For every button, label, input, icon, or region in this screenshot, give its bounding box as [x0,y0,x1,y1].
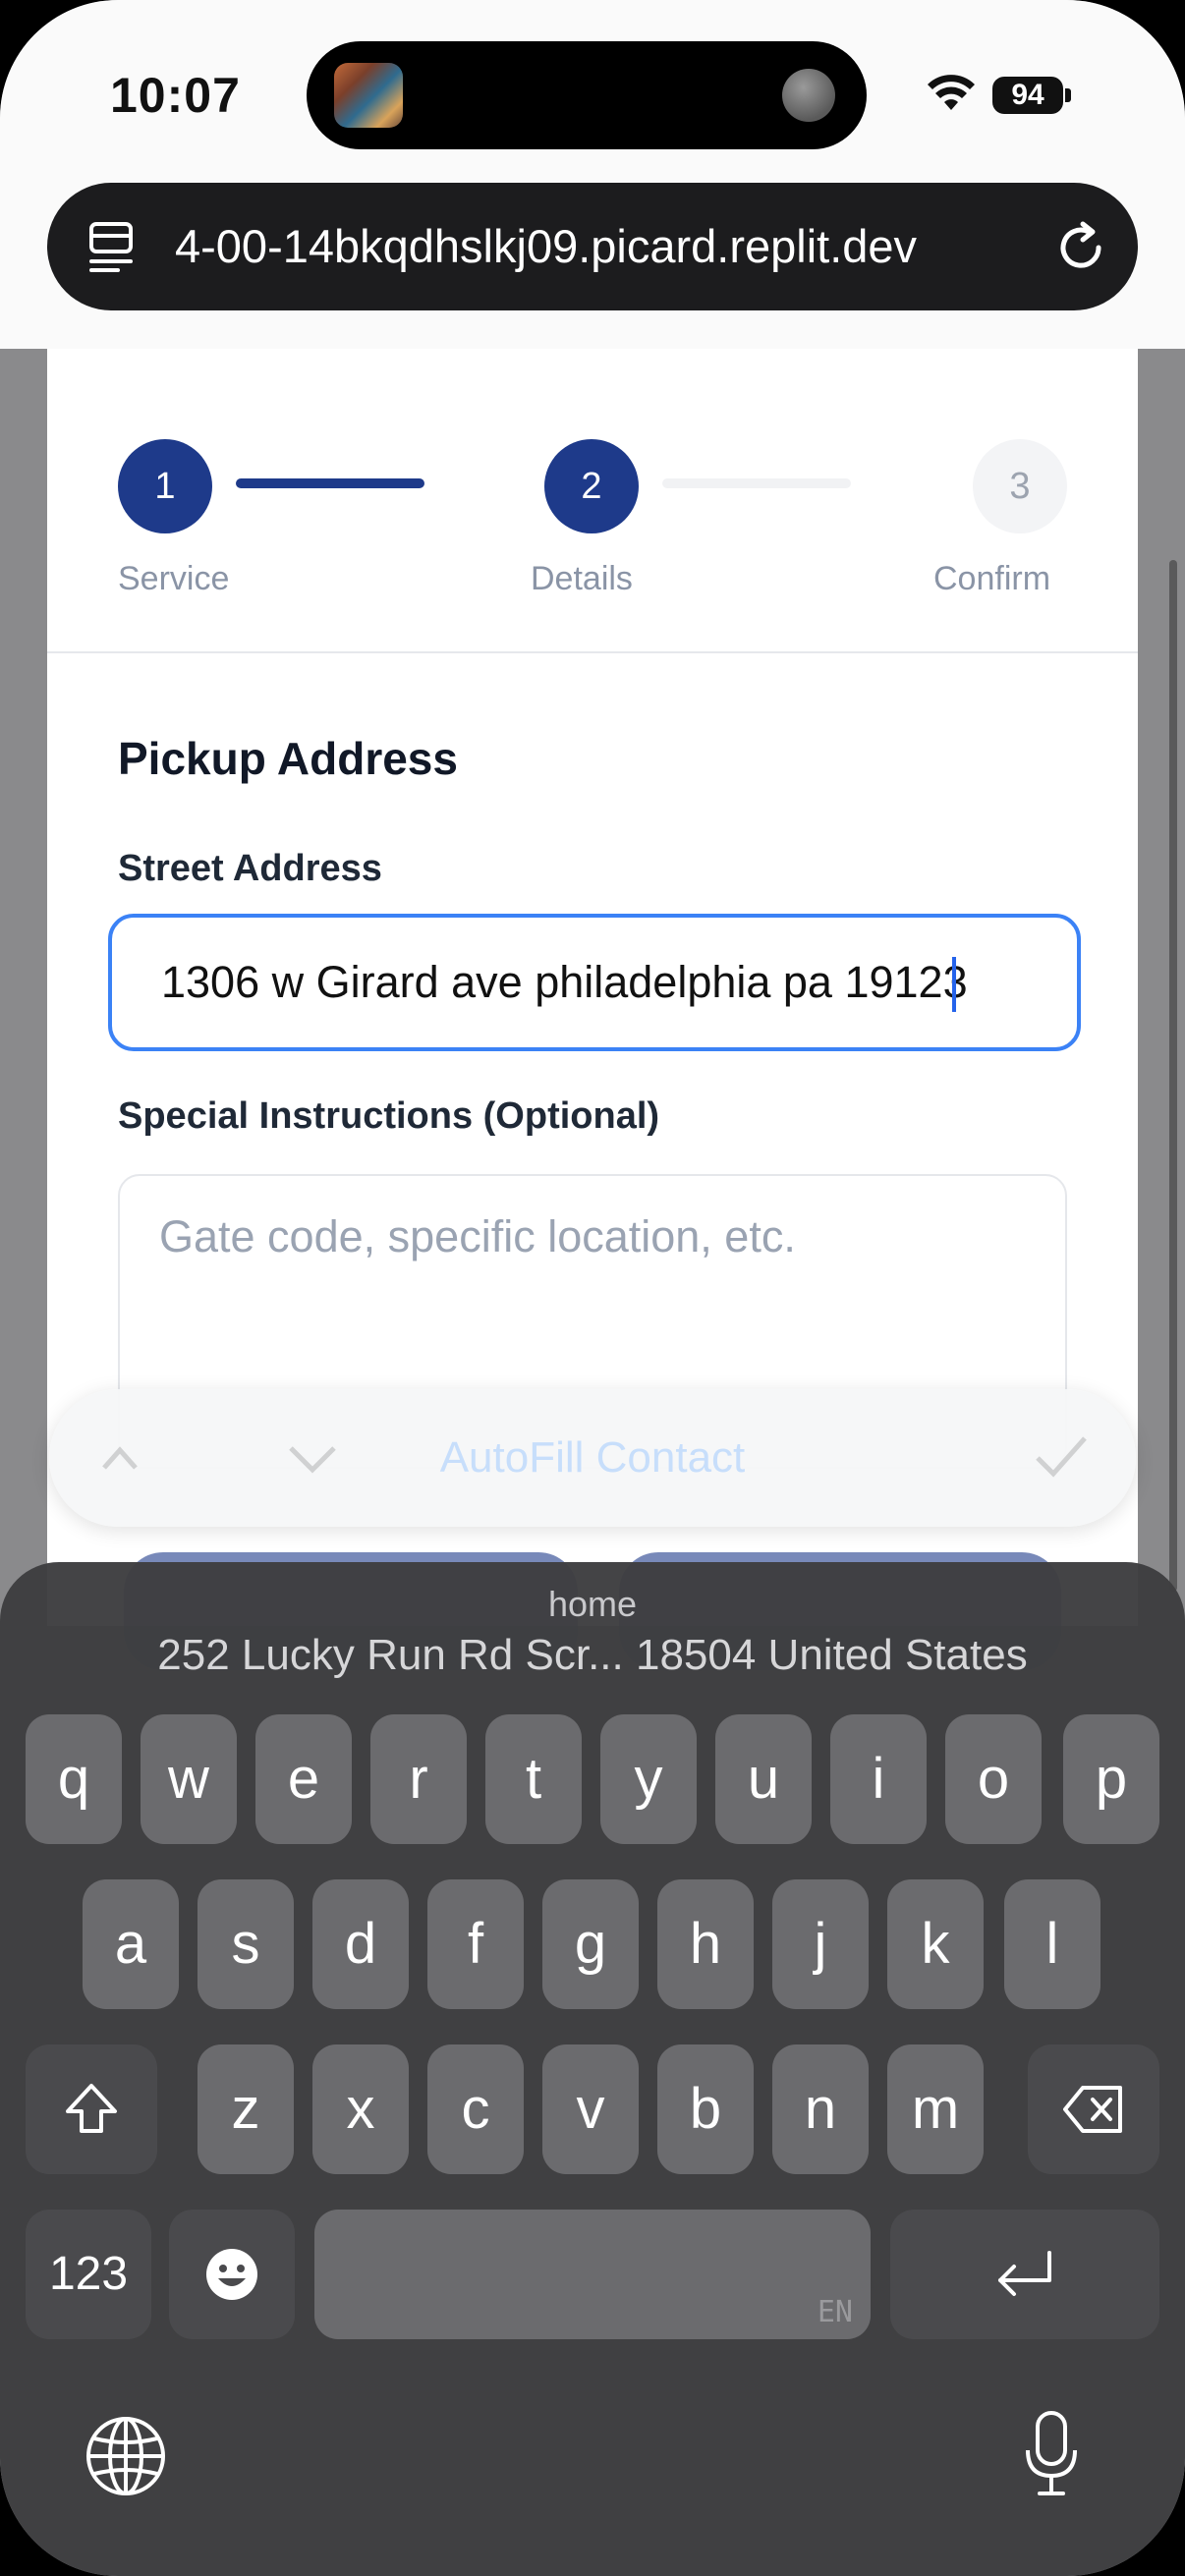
autofill-contact-button[interactable]: AutoFill Contact [49,1389,1136,1527]
emoji-icon [206,2249,257,2300]
text-caret [952,957,956,1012]
step-1-label: Service [118,560,230,597]
key-o[interactable]: o [945,1714,1042,1844]
step-2-connector [662,478,851,488]
street-address-value[interactable]: 1306 w Girard ave philadelphia pa 19123 [161,918,968,1047]
screen: 10:07 94 4-00-14bkqdhslkj09.picard.repli… [0,0,1185,2576]
special-instructions-label: Special Instructions (Optional) [118,1095,660,1137]
key-d[interactable]: d [312,1879,409,2009]
shift-key[interactable] [26,2044,157,2174]
key-k[interactable]: k [887,1879,984,2009]
key-c[interactable]: c [427,2044,524,2174]
emoji-key[interactable] [169,2210,295,2339]
battery-tip [1065,88,1071,102]
step-3-circle: 3 [973,439,1067,533]
page-scrollbar[interactable] [1169,560,1177,1592]
status-and-url-area: 10:07 94 4-00-14bkqdhslkj09.picard.repli… [0,0,1185,349]
globe-icon[interactable] [83,2413,169,2499]
key-a[interactable]: a [83,1879,179,2009]
step-1-connector [236,478,424,488]
key-l[interactable]: l [1004,1879,1100,2009]
key-n[interactable]: n [772,2044,869,2174]
key-e[interactable]: e [255,1714,352,1844]
key-q[interactable]: q [26,1714,122,1844]
step-3-label: Confirm [933,560,1051,597]
key-y[interactable]: y [600,1714,697,1844]
numbers-key[interactable]: 123 [26,2210,151,2339]
progress-stepper: 1 Service 2 Details 3 Confirm [47,349,1138,653]
battery-icon: 94 [992,77,1063,114]
island-indicator-icon [782,69,835,122]
key-p[interactable]: p [1063,1714,1159,1844]
dynamic-island [307,41,867,149]
delete-key[interactable] [1028,2044,1159,2174]
url-text[interactable]: 4-00-14bkqdhslkj09.picard.replit.dev [175,183,1079,310]
key-s[interactable]: s [198,1879,294,2009]
return-icon [998,2251,1051,2296]
now-playing-artwork[interactable] [334,63,403,128]
backspace-icon [1063,2086,1122,2133]
page-menu-icon[interactable] [88,220,140,273]
return-key[interactable] [890,2210,1159,2339]
key-u[interactable]: u [715,1714,812,1844]
microphone-icon[interactable] [1022,2409,1081,2499]
autofill-suggestion-address[interactable]: 252 Lucky Run Rd Scr... 18504 United Sta… [0,1631,1185,1680]
key-v[interactable]: v [542,2044,639,2174]
street-address-input[interactable]: 1306 w Girard ave philadelphia pa 19123 [108,914,1081,1051]
key-t[interactable]: t [485,1714,582,1844]
phone-frame: 10:07 94 4-00-14bkqdhslkj09.picard.repli… [0,0,1185,2576]
status-time: 10:07 [110,68,241,123]
autofill-suggestion-label[interactable]: home [0,1584,1185,1625]
shift-icon [66,2084,117,2133]
key-j[interactable]: j [772,1879,869,2009]
autofill-toolbar: AutoFill Contact [49,1389,1136,1527]
key-m[interactable]: m [887,2044,984,2174]
special-instructions-placeholder: Gate code, specific location, etc. [159,1211,796,1261]
street-address-label: Street Address [118,848,382,889]
key-z[interactable]: z [198,2044,294,2174]
key-f[interactable]: f [427,1879,524,2009]
space-key[interactable]: EN [314,2210,871,2339]
checkmark-icon[interactable] [1032,1427,1091,1485]
key-i[interactable]: i [830,1714,927,1844]
key-r[interactable]: r [370,1714,467,1844]
key-h[interactable]: h [657,1879,754,2009]
key-g[interactable]: g [542,1879,639,2009]
key-x[interactable]: x [312,2044,409,2174]
url-bar[interactable]: 4-00-14bkqdhslkj09.picard.replit.dev [47,183,1138,310]
section-title: Pickup Address [118,733,458,784]
step-2-circle: 2 [544,439,639,533]
wifi-icon [928,75,975,110]
key-w[interactable]: w [141,1714,237,1844]
reload-icon[interactable] [1053,220,1108,275]
key-b[interactable]: b [657,2044,754,2174]
step-2-label: Details [531,560,633,597]
keyboard-language-label: EN [817,2295,853,2329]
step-1-circle: 1 [118,439,212,533]
